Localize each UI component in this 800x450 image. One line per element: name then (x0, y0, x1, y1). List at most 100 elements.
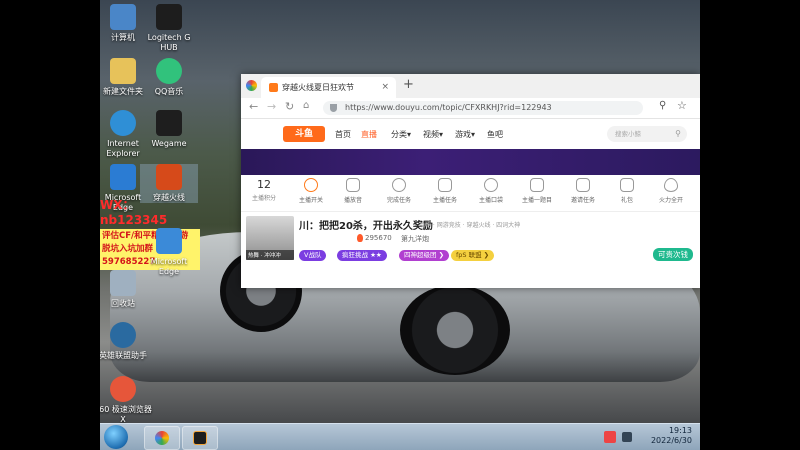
task-label: 邀请任务 (570, 197, 595, 204)
icon-label: Microsoft Edge (150, 257, 188, 276)
tasks-count-block: 12 主播积分 (247, 178, 281, 202)
pill-challenge[interactable]: 疯狂挑战 ★★ (337, 250, 387, 261)
start-button[interactable] (104, 425, 128, 449)
desktop-icon-qqmusic[interactable]: QQ音乐 (140, 58, 198, 97)
wallpaper-wheel-rear (400, 285, 510, 375)
task-item[interactable]: 邀请任务 (565, 178, 601, 204)
icon-label: 360 极速浏览器X (100, 405, 152, 424)
home-icon[interactable]: ⌂ (303, 100, 309, 111)
reload-icon[interactable]: ↻ (285, 100, 294, 113)
pill-team[interactable]: 四神超级团 ❯ (399, 250, 450, 261)
lol-assistant-icon (110, 322, 136, 348)
icon-label: Wegame (151, 139, 187, 148)
stream-tags: 单枪 · 网游竞技 · 穿越火线 · 四词大神 (419, 222, 521, 229)
edge-icon-2 (156, 228, 182, 254)
stream-title[interactable]: 川：把把20杀，开出永久奖励 (299, 217, 433, 232)
desktop-icon-lol[interactable]: 英雄联盟助手 (100, 322, 152, 361)
task-item[interactable]: 主播开关 (293, 178, 329, 204)
toggle-icon (304, 178, 318, 192)
task-strip: 12 主播积分 主播开关 播放音 完成任务 主播任务 主播口袋 主播一题目 邀请… (241, 175, 700, 211)
url-text: https://www.douyu.com/topic/CFXRKHJ?rid=… (345, 103, 552, 112)
task-item[interactable]: 火力全开 (653, 178, 689, 204)
task-item[interactable]: 完成任务 (381, 178, 417, 204)
douyu-logo[interactable]: 斗鱼 (283, 126, 325, 142)
nav-home[interactable]: 首页 (335, 129, 351, 140)
event-banner (241, 149, 700, 175)
edge-icon (110, 164, 136, 190)
icon-label: 回收站 (111, 299, 135, 308)
badge-left[interactable]: V战队 (299, 250, 327, 261)
task-label: 主播口袋 (478, 197, 503, 204)
desktop-icon-recycle[interactable]: 回收站 (100, 270, 152, 309)
thumb-caption: 热舞 · 冲冲冲 (246, 250, 294, 260)
pocket-icon (484, 178, 498, 192)
search-icon[interactable]: ⚲ (675, 126, 681, 142)
taskbar-ghub-button[interactable] (182, 426, 218, 450)
360-browser-icon (110, 376, 136, 402)
new-tab-icon[interactable]: + (403, 77, 414, 92)
document-icon (530, 178, 544, 192)
taskbar-clock[interactable]: 19:13 2022/6/30 (651, 426, 692, 446)
stream-thumbnail[interactable]: 热舞 · 冲冲冲 (246, 216, 294, 260)
tab-close-icon[interactable]: × (381, 77, 389, 98)
zoom-icon[interactable]: ⚲ (659, 100, 666, 111)
streamer-card[interactable]: 热舞 · 冲冲冲 川：把把20杀，开出永久奖励 单枪 · 网游竞技 · 穿越火线… (241, 211, 700, 264)
taskbar-browser-button[interactable] (144, 426, 180, 450)
browser-icon (155, 431, 169, 445)
nav-video[interactable]: 视频▾ (423, 129, 443, 140)
forward-icon[interactable]: → (267, 100, 276, 113)
task-label: 播放音 (343, 197, 362, 204)
tab-title: 穿越火线夏日狂欢节 (282, 83, 354, 92)
icon-label: Logitech G HUB (147, 33, 191, 52)
icon-label: QQ音乐 (154, 87, 184, 96)
nav-game[interactable]: 游戏▾ (455, 129, 475, 140)
address-bar: ← → ↻ ⌂ https://www.douyu.com/topic/CFXR… (241, 98, 700, 119)
logitech-ghub-icon (193, 431, 207, 445)
logitech-ghub-icon (156, 4, 182, 30)
ad-icon (576, 178, 590, 192)
task-label: 主播一题目 (521, 197, 552, 204)
pill-league[interactable]: fpS 联盟 ❯ (451, 250, 495, 261)
fire-icon (664, 178, 678, 192)
icon-label: 英雄联盟助手 (100, 351, 147, 360)
nav-live[interactable]: 直播 (361, 129, 377, 140)
crossfire-icon (156, 164, 182, 190)
nav-category[interactable]: 分类▾ (391, 129, 411, 140)
shield-icon (330, 104, 337, 112)
bookmark-star-icon[interactable]: ☆ (677, 99, 687, 112)
checklist-icon (438, 178, 452, 192)
task-item[interactable]: 主播口袋 (473, 178, 509, 204)
desktop-icon-wegame[interactable]: Wegame (140, 110, 198, 149)
follow-button[interactable]: 可贵次钱 (653, 248, 693, 261)
nav-yuba[interactable]: 鱼吧 (487, 129, 503, 140)
task-label: 主播开关 (298, 197, 323, 204)
search-placeholder: 搜索小鲸 (615, 130, 641, 138)
tab-active[interactable]: 穿越火线夏日狂欢节 × (261, 77, 396, 98)
icon-label: 新建文件夹 (103, 87, 143, 96)
browser-window: 穿越火线夏日狂欢节 × + ← → ↻ ⌂ https://www.douyu.… (241, 74, 700, 288)
tray-speaker-icon[interactable] (622, 432, 632, 442)
task-item[interactable]: 主播一题目 (519, 178, 555, 204)
icon-label: 计算机 (111, 33, 135, 42)
task-label: 完成任务 (386, 197, 411, 204)
desktop-icon-logitech[interactable]: Logitech G HUB (140, 4, 198, 53)
task-item[interactable]: 礼包 (609, 178, 645, 204)
tray-ime-icon[interactable] (604, 431, 616, 443)
task-label: 主播任务 (432, 197, 457, 204)
task-item[interactable]: 主播任务 (427, 178, 463, 204)
stream-category: 第九洋炮 (401, 235, 429, 243)
ie-icon (110, 110, 136, 136)
site-search-input[interactable]: 搜索小鲸 ⚲ (607, 126, 687, 142)
promo-wx: WX：nb123345 (100, 198, 168, 227)
desktop-icon-360[interactable]: 360 极速浏览器X (100, 376, 152, 425)
waveform-icon (346, 178, 360, 192)
wegame-icon (156, 110, 182, 136)
clock-time: 19:13 (668, 426, 692, 435)
fire-icon (357, 234, 363, 242)
task-item[interactable]: 播放音 (335, 178, 371, 204)
qq-music-icon (156, 58, 182, 84)
gauge-icon (392, 178, 406, 192)
url-field[interactable]: https://www.douyu.com/topic/CFXRKHJ?rid=… (323, 101, 643, 115)
back-icon[interactable]: ← (249, 100, 258, 113)
recycle-bin-icon (110, 270, 136, 296)
